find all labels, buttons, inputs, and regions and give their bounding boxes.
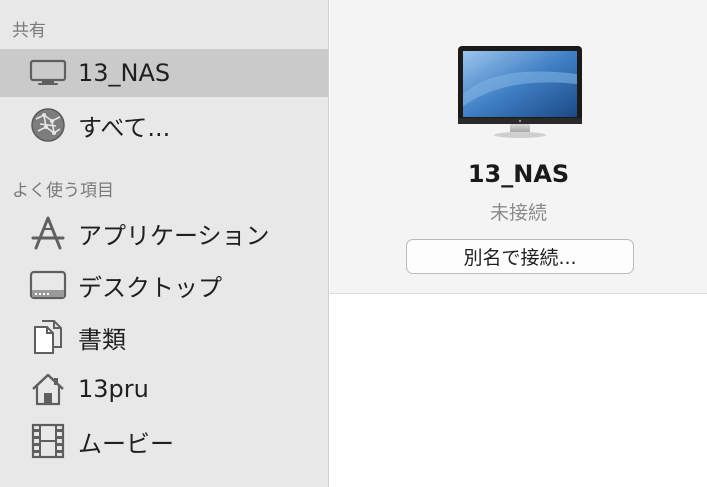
sidebar-item-label: 13_NAS: [78, 59, 171, 87]
sidebar-item-documents[interactable]: 書類: [0, 313, 328, 361]
network-globe-icon: [29, 106, 67, 144]
sidebar-item-label: アプリケーション: [78, 221, 270, 250]
sidebar-item-home[interactable]: 13pru: [0, 365, 328, 413]
sidebar-item-label: 書類: [78, 325, 126, 354]
computer-info-panel: 13_NAS 未接続 別名で接続...: [330, 0, 707, 294]
sidebar-item-movies[interactable]: ムービー: [0, 417, 328, 465]
sidebar-item-applications[interactable]: アプリケーション: [0, 209, 328, 257]
sidebar-item-label: 13pru: [78, 375, 149, 403]
connect-as-button[interactable]: 別名で接続...: [406, 239, 634, 274]
sidebar: 共有 13_NAS すべて... よく使う項目 アプリケーション デスクトップ …: [0, 0, 329, 487]
movies-icon: [29, 422, 67, 460]
sidebar-item-all[interactable]: すべて...: [0, 101, 328, 149]
applications-icon: [29, 214, 67, 252]
home-icon: [29, 370, 67, 408]
documents-icon: [29, 318, 67, 356]
imac-display-icon: [456, 44, 584, 146]
connection-status: 未接続: [489, 202, 547, 224]
sidebar-item-desktop[interactable]: デスクトップ: [0, 261, 328, 309]
desktop-icon: [29, 266, 67, 304]
monitor-icon: [29, 54, 67, 92]
sidebar-item-label: すべて...: [78, 113, 171, 142]
sidebar-item-13-nas[interactable]: 13_NAS: [0, 49, 328, 97]
computer-name: 13_NAS: [467, 160, 570, 188]
main-content: 13_NAS 未接続 別名で接続...: [330, 0, 707, 487]
sidebar-item-label: デスクトップ: [78, 273, 222, 302]
shared-section-header: 共有: [12, 21, 46, 41]
sidebar-item-label: ムービー: [78, 429, 174, 458]
favorites-section-header: よく使う項目: [12, 181, 114, 201]
